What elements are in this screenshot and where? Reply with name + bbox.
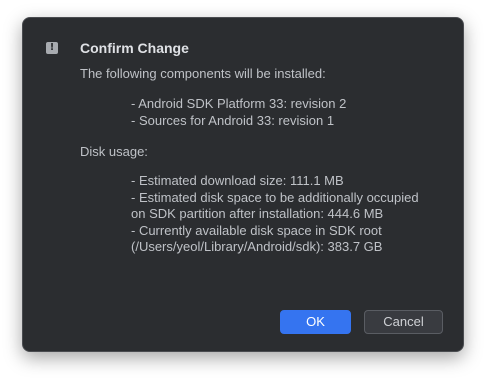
disk-usage-list: - Estimated download size: 111.1 MB - Es… — [131, 173, 431, 256]
warning-icon: ! — [46, 42, 58, 54]
ok-button[interactable]: OK — [280, 310, 351, 334]
disk-usage-label: Disk usage: — [80, 144, 148, 159]
list-item: - Android SDK Platform 33: revision 2 — [131, 96, 347, 111]
list-item: - Currently available disk space in SDK … — [131, 222, 383, 255]
intro-text: The following components will be install… — [80, 66, 326, 81]
dialog-title: Confirm Change — [80, 40, 189, 56]
list-item: - Estimated download size: 111.1 MB — [131, 173, 344, 188]
confirm-change-dialog: ! Confirm Change The following component… — [22, 17, 464, 352]
components-list: - Android SDK Platform 33: revision 2 - … — [131, 96, 346, 129]
list-item: - Estimated disk space to be additionall… — [131, 189, 419, 222]
cancel-button[interactable]: Cancel — [364, 310, 443, 334]
list-item: - Sources for Android 33: revision 1 — [131, 112, 335, 128]
